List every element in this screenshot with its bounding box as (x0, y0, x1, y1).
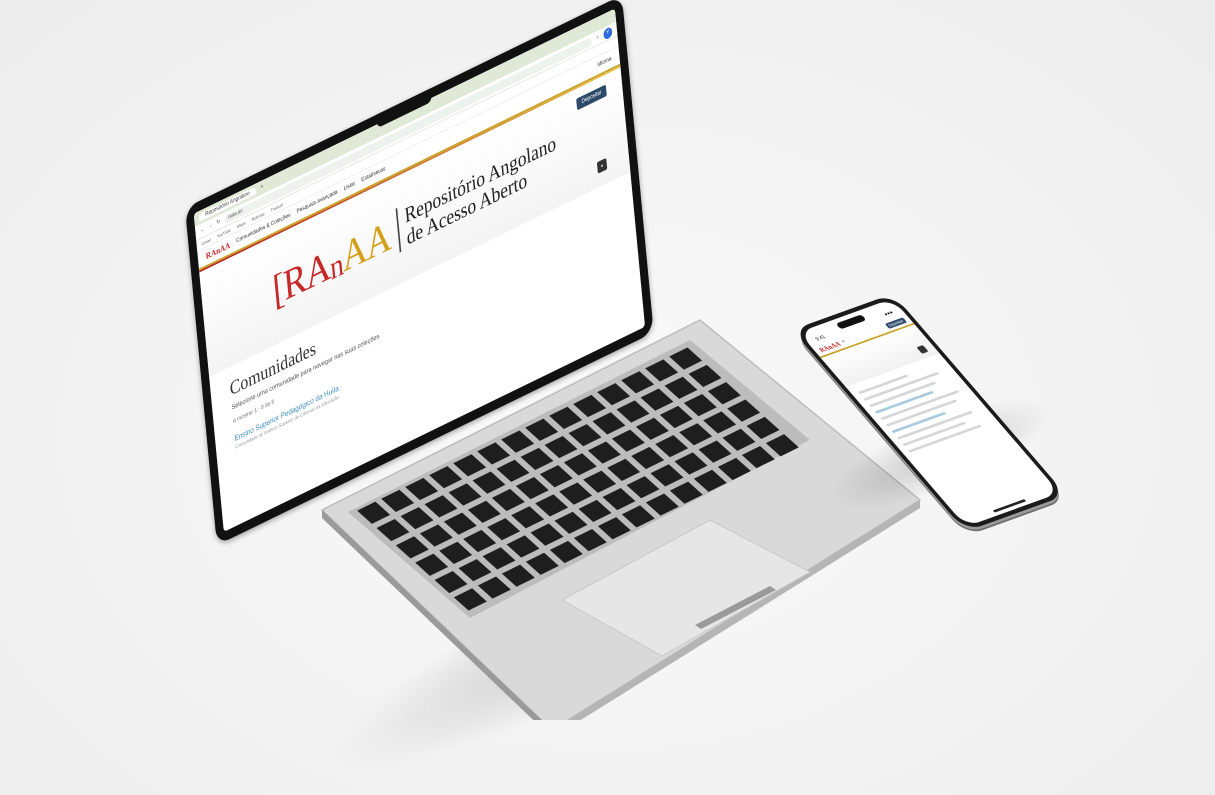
nav-item-browse[interactable]: Listar (344, 181, 356, 192)
laptop-screen-wrap: Repositório Angolano + ← → ↻ raaa.ao ☆ Y… (185, 0, 725, 546)
box-icon[interactable]: ▪ (596, 157, 608, 174)
new-tab-icon[interactable]: + (260, 184, 263, 191)
back-icon[interactable]: ← (200, 226, 205, 234)
deposit-button[interactable]: Depositar (576, 84, 607, 111)
phone-box-icon[interactable] (916, 345, 929, 354)
forward-icon[interactable]: → (208, 222, 213, 230)
hamburger-icon[interactable]: ≡ (841, 339, 847, 344)
language-switcher[interactable]: Idioma (597, 56, 612, 69)
laptop-display: Repositório Angolano + ← → ↻ raaa.ao ☆ Y… (185, 0, 654, 546)
browser-window: Repositório Angolano + ← → ↻ raaa.ao ☆ Y… (193, 8, 646, 532)
home-indicator (992, 499, 1027, 513)
device-mockup-scene: Repositório Angolano + ← → ↻ raaa.ao ☆ Y… (0, 0, 1215, 795)
star-icon[interactable]: ☆ (596, 34, 600, 42)
nav-item-statistics[interactable]: Estatísticas (361, 166, 385, 183)
reload-icon[interactable]: ↻ (216, 219, 220, 226)
phone-deposit-button[interactable]: Depositar (884, 316, 907, 329)
